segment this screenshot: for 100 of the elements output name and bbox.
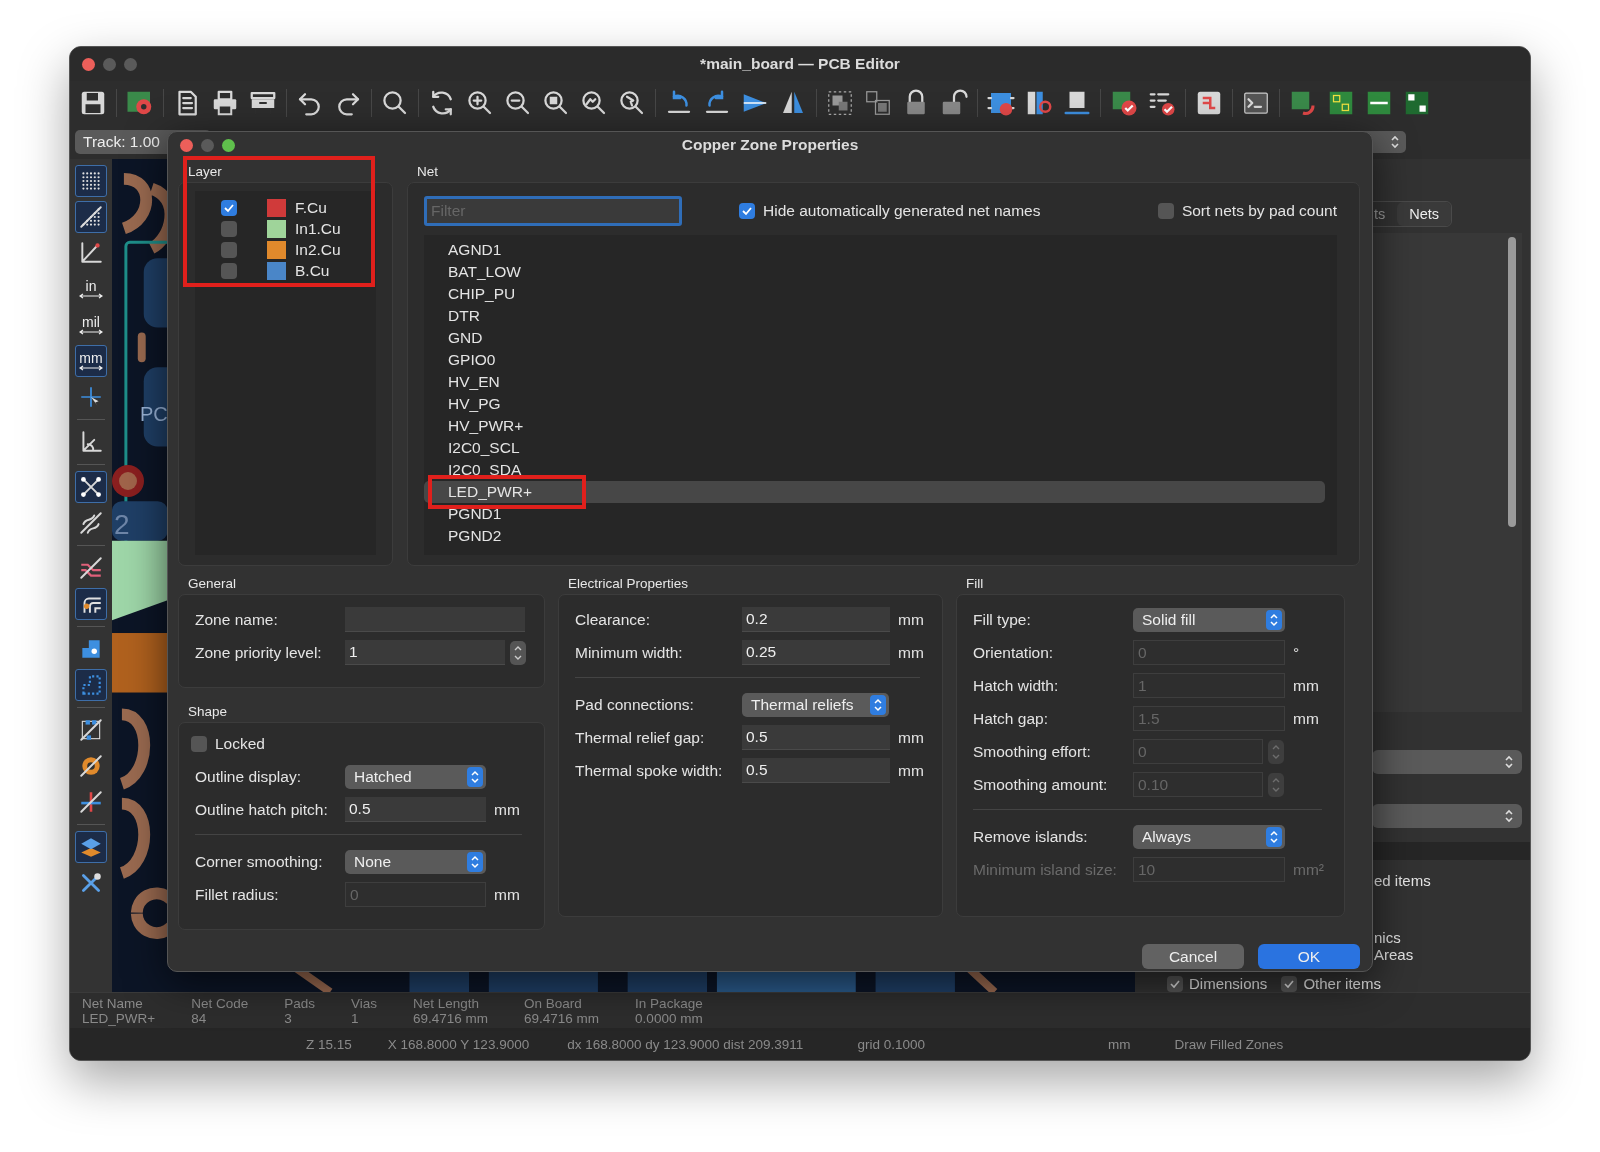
info-value: 84 <box>191 1011 208 1026</box>
checkbox-label: Dimensions <box>1189 975 1268 992</box>
checkbox[interactable] <box>1281 975 1298 992</box>
input-field[interactable]: 0.25 <box>742 640 890 665</box>
zoom-window-button[interactable] <box>222 138 235 152</box>
unit-label: mm² <box>1293 860 1324 879</box>
layer-name[interactable]: B.Cu <box>295 261 330 280</box>
info-heading: Vias <box>351 996 377 1011</box>
close-window-button[interactable] <box>82 57 95 71</box>
panel-text: Areas <box>1374 946 1415 963</box>
info-heading: Net Length <box>413 996 481 1011</box>
net-list-item[interactable]: HV_PG <box>424 393 1325 415</box>
field-label: Thermal relief gap: <box>575 728 706 747</box>
net-list-item[interactable]: CHIP_PU <box>424 283 1325 305</box>
dashed-zone-icon[interactable] <box>75 669 107 701</box>
field-label: Smoothing effort: <box>973 742 1092 761</box>
info-value: 69.4716 mm <box>413 1011 489 1026</box>
dropdown[interactable]: Solid fill <box>1133 607 1285 632</box>
input-field[interactable]: 0.5 <box>742 758 890 783</box>
info-heading: On Board <box>524 996 583 1011</box>
info-heading: In Package <box>635 996 703 1011</box>
info-value: 0.0000 mm <box>635 1011 703 1026</box>
field-label: Remove islands: <box>973 827 1089 846</box>
layer-name[interactable]: In2.Cu <box>295 240 341 259</box>
net-list-item[interactable]: GND <box>424 327 1325 349</box>
checkbox[interactable] <box>221 241 237 258</box>
field-label: Outline hatch pitch: <box>195 800 329 819</box>
net-list-item[interactable]: AGND1 <box>424 239 1325 261</box>
double-arrow-icon <box>79 365 103 371</box>
chevron-updown-icon <box>870 694 886 715</box>
net-list-item[interactable]: LED_PWR+ <box>424 481 1325 503</box>
unit-label: mm <box>494 885 520 904</box>
copper-zone-drawing <box>112 633 168 693</box>
unit-button[interactable]: mm <box>75 345 107 377</box>
double-arrow-icon <box>79 293 103 299</box>
dropdown[interactable]: Always <box>1133 824 1285 849</box>
net-list-item[interactable]: I2C0_SDA <box>424 459 1325 481</box>
checkbox-label: Hide automatically generated net names <box>763 202 1041 220</box>
dropdown[interactable]: Thermal reliefs <box>742 692 889 717</box>
input-field[interactable]: 0.5 <box>345 797 486 822</box>
net-list-item[interactable]: PGND2 <box>424 525 1325 547</box>
field-label: Clearance: <box>575 610 651 629</box>
dot-grid-icon[interactable] <box>75 165 107 197</box>
ok-button[interactable]: OK <box>1258 944 1360 969</box>
ratsnest-icon[interactable] <box>75 471 107 503</box>
chevron-updown-icon <box>1266 609 1282 630</box>
track-pad-icon[interactable] <box>75 588 107 620</box>
pad-label: PC <box>140 403 168 426</box>
diagonal-grid-icon[interactable] <box>75 201 107 233</box>
layers-icon[interactable] <box>75 831 107 863</box>
net-list-item[interactable]: HV_EN <box>424 371 1325 393</box>
chevron-icon <box>1504 808 1514 825</box>
info-value: 3 <box>284 1011 293 1026</box>
status-text: Draw Filled Zones <box>1174 1036 1284 1052</box>
ungroup-icon[interactable] <box>863 88 893 118</box>
net-list-item[interactable]: GPIO0 <box>424 349 1325 371</box>
double-arrow-icon <box>79 329 103 335</box>
checkbox[interactable] <box>221 262 237 279</box>
net-list-item[interactable]: I2C0_SCL <box>424 437 1325 459</box>
layer-name[interactable]: F.Cu <box>295 198 327 217</box>
checkbox[interactable] <box>221 220 237 237</box>
field-label: Corner smoothing: <box>195 852 324 871</box>
input-field[interactable]: 0.2 <box>742 607 890 632</box>
cancel-button[interactable]: Cancel <box>1142 944 1244 969</box>
layer-name[interactable]: In1.Cu <box>295 219 341 238</box>
status-text: Z 15.15 <box>306 1036 352 1052</box>
stepper[interactable] <box>510 640 526 665</box>
input-field[interactable]: 0.5 <box>742 725 890 750</box>
status-text: mm <box>1107 1036 1131 1052</box>
unit-button[interactable]: mil <box>75 309 107 341</box>
checkbox[interactable] <box>191 735 207 752</box>
group-title: Fill <box>966 576 985 591</box>
checkbox[interactable] <box>1157 203 1174 219</box>
dropdown[interactable]: Hatched <box>345 764 486 789</box>
chevron-icon <box>1390 134 1400 150</box>
unit-label: mm <box>898 610 924 629</box>
net-list-item[interactable]: DTR <box>424 305 1325 327</box>
close-window-button[interactable] <box>180 138 193 152</box>
input-field[interactable] <box>345 607 525 632</box>
info-value: 69.4716 mm <box>524 1011 600 1026</box>
net-list-item[interactable]: HV_PWR+ <box>424 415 1325 437</box>
group-icon[interactable] <box>825 88 855 118</box>
group-title: Shape <box>188 704 229 719</box>
checkbox[interactable] <box>739 203 755 219</box>
field-label: Outline display: <box>195 767 302 786</box>
input-field[interactable]: 1 <box>345 640 505 665</box>
unit-button[interactable]: in <box>75 273 107 305</box>
field-label: Minimum width: <box>575 643 684 662</box>
panel-tab[interactable]: Nets <box>1397 202 1452 226</box>
dropdown[interactable]: None <box>345 849 486 874</box>
net-list-item[interactable]: BAT_LOW <box>424 261 1325 283</box>
checkbox[interactable] <box>221 199 237 216</box>
unit-label: mm <box>898 643 924 662</box>
unit-label: ° <box>1293 643 1300 662</box>
checkmark-icon <box>741 205 753 217</box>
unit-label: mm <box>494 800 520 819</box>
panel-text: nics <box>1374 929 1402 946</box>
scrollbar[interactable] <box>1508 237 1516 527</box>
checkbox[interactable] <box>1167 975 1183 992</box>
net-list-item[interactable]: PGND1 <box>424 503 1325 525</box>
